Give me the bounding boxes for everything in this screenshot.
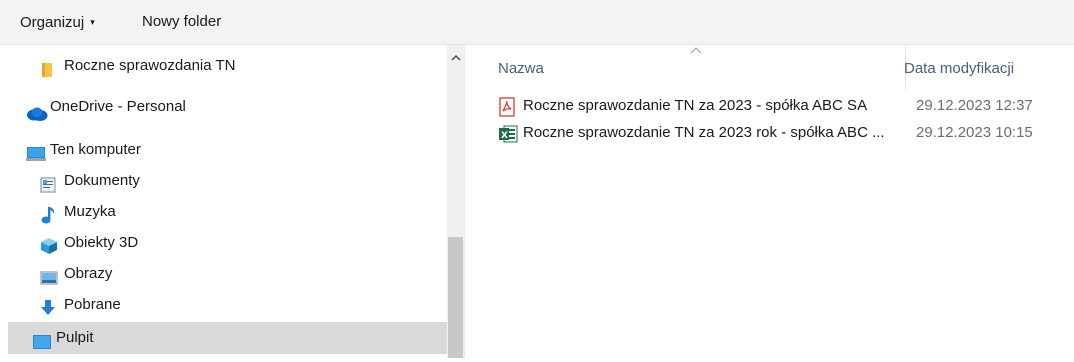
svg-text:X: X <box>501 131 508 141</box>
nav-item-label: Dokumenty <box>64 172 140 189</box>
file-date: 29.12.2023 10:15 <box>916 124 1033 141</box>
nav-item-this-pc[interactable]: Ten komputer <box>8 134 447 166</box>
desktop-icon <box>32 330 51 349</box>
nav-item-label: Ten komputer <box>50 141 141 158</box>
picture-icon <box>40 266 58 285</box>
column-header-date[interactable]: Data modyfikacji <box>904 53 1014 85</box>
document-icon <box>40 173 58 193</box>
organize-label: Organizuj <box>20 14 85 31</box>
file-row[interactable]: Roczne sprawozdanie TN za 2023 - spółka … <box>465 93 1074 119</box>
nav-item-label: Muzyka <box>64 203 116 220</box>
folder-icon <box>40 58 58 77</box>
file-date: 29.12.2023 12:37 <box>916 97 1033 114</box>
nav-item-muzyka[interactable]: Muzyka <box>8 196 447 228</box>
download-arrow-icon <box>40 297 58 315</box>
nav-item-obiekty-3d[interactable]: Obiekty 3D <box>8 227 447 259</box>
computer-icon <box>26 142 46 161</box>
sort-ascending-icon <box>690 43 702 57</box>
nav-item-pobrane[interactable]: Pobrane <box>8 289 447 321</box>
nav-item-dokumenty[interactable]: Dokumenty <box>8 165 447 197</box>
organize-menu-button[interactable]: Organizuj ▾ <box>20 11 95 33</box>
pdf-icon <box>498 97 518 117</box>
nav-item-roczne-sprawozdania[interactable]: Roczne sprawozdania TN <box>8 50 447 82</box>
nav-item-label: Roczne sprawozdania TN <box>64 57 236 74</box>
file-row[interactable]: X Roczne sprawozdanie TN za 2023 rok - s… <box>465 120 1074 146</box>
nav-scrollbar[interactable] <box>447 45 464 358</box>
chevron-up-icon <box>450 54 461 61</box>
new-folder-button[interactable]: Nowy folder <box>142 11 221 33</box>
file-list: Nazwa Data modyfikacji Roczne sprawozdan… <box>465 45 1074 358</box>
scroll-thumb[interactable] <box>448 237 463 358</box>
command-bar: Organizuj ▾ Nowy folder <box>0 0 1074 45</box>
nav-item-label: Obiekty 3D <box>64 234 139 251</box>
excel-icon: X <box>498 124 518 143</box>
caret-down-icon: ▾ <box>90 17 95 27</box>
nav-item-pulpit[interactable]: Pulpit <box>8 322 447 354</box>
navigation-pane: Roczne sprawozdania TN OneDrive - Person… <box>0 45 447 358</box>
nav-item-label: OneDrive - Personal <box>50 98 186 115</box>
cube-3d-icon <box>40 235 58 254</box>
column-header-name[interactable]: Nazwa <box>498 53 544 85</box>
nav-item-obrazy[interactable]: Obrazy <box>8 258 447 290</box>
music-note-icon <box>40 204 58 224</box>
file-name: Roczne sprawozdanie TN za 2023 rok - spó… <box>523 124 885 141</box>
cloud-icon <box>26 101 48 121</box>
nav-item-label: Pulpit <box>56 329 94 346</box>
nav-item-onedrive[interactable]: OneDrive - Personal <box>8 91 447 123</box>
file-name: Roczne sprawozdanie TN za 2023 - spółka … <box>523 97 868 114</box>
nav-item-label: Pobrane <box>64 296 121 313</box>
nav-item-label: Obrazy <box>64 265 113 282</box>
scroll-up-button[interactable] <box>447 51 464 65</box>
